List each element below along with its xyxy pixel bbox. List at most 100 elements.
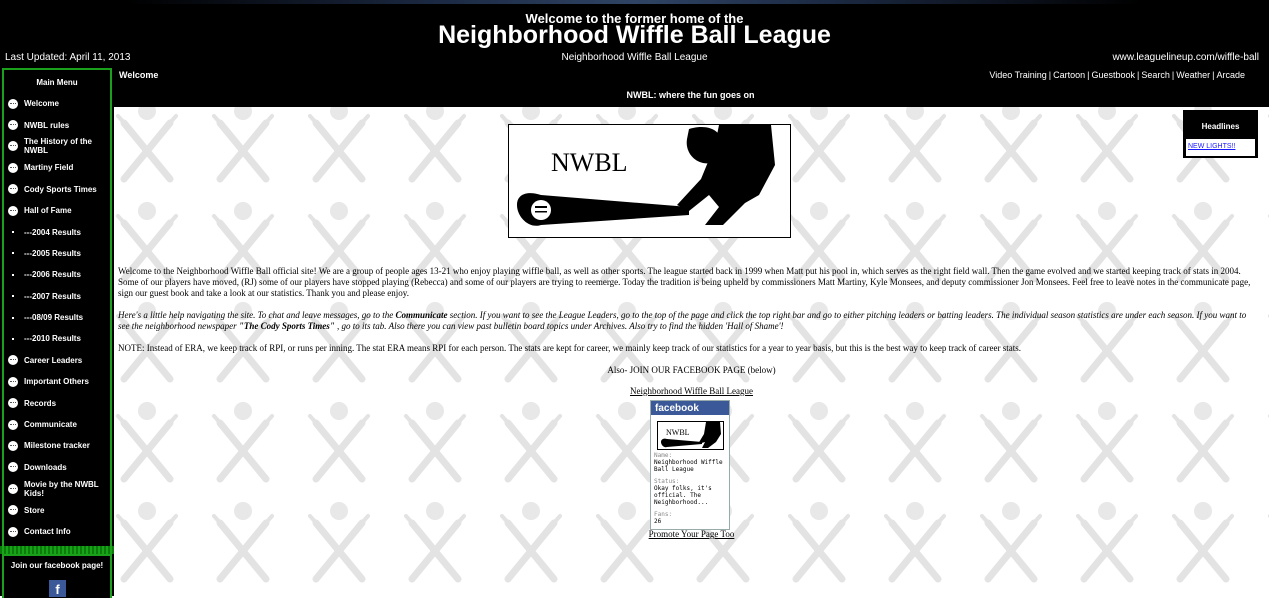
sidebar-item-label: Milestone tracker (24, 441, 90, 451)
sidebar-item-hall-of-fame[interactable]: Hall of Fame (4, 200, 110, 221)
fb-fans-value: 26 (654, 518, 662, 525)
baseball-icon (8, 398, 18, 409)
sidebar-item-2004-results[interactable]: ---2004 Results (4, 221, 110, 242)
sidebar-item-cody-sports-times[interactable]: Cody Sports Times (4, 179, 110, 200)
top-nav: Video Training | Cartoon | Guestbook | Search |… (989, 70, 1245, 80)
sidebar-item-martiny-field[interactable]: Martiny Field (4, 157, 110, 178)
last-updated: Last Updated: April 11, 2013 (5, 52, 131, 63)
nav-cartoon[interactable]: Cartoon (1053, 70, 1085, 80)
bullet-dot-icon (12, 252, 14, 255)
page-title: Welcome (119, 70, 159, 80)
sidebar-item-contact-info[interactable]: Contact Info (4, 521, 110, 542)
thumb-text: NWBL (666, 428, 690, 437)
sidebar-item-2006-results[interactable]: ---2006 Results (4, 264, 110, 285)
sidebar-item-career-leaders[interactable]: Career Leaders (4, 350, 110, 371)
sidebar-item-records[interactable]: Records (4, 392, 110, 413)
sidebar-item-2007-results[interactable]: ---2007 Results (4, 286, 110, 307)
sidebar-item-label: Martiny Field (24, 163, 74, 173)
fb-name-label: Name: (654, 452, 673, 459)
fb-status-value: Okay folks, it's official. The Neighborh… (654, 485, 712, 506)
sidebar-item-important-others[interactable]: Important Others (4, 371, 110, 392)
sidebar-item-downloads[interactable]: Downloads (4, 457, 110, 478)
baseball-icon (8, 355, 18, 366)
sidebar-item-label: ---08/09 Results (24, 313, 84, 323)
baseball-icon (8, 376, 18, 387)
sidebar-item-store[interactable]: Store (4, 499, 110, 520)
sidebar-item-the-history-of-the-nwbl[interactable]: The History of the NWBL (4, 136, 110, 157)
sidebar-item-2005-results[interactable]: ---2005 Results (4, 243, 110, 264)
logo-text: NWBL (551, 148, 628, 177)
sidebar-item-label: ---2007 Results (24, 291, 81, 301)
baseball-icon (8, 462, 18, 473)
baseball-icon (8, 419, 18, 430)
sidebar-item-label: Career Leaders (24, 355, 83, 365)
site-subtitle: Neighborhood Wiffle Ball League (561, 52, 708, 63)
facebook-badge[interactable]: facebook NWBL Name: Neighborhood Wiffle … (650, 400, 730, 530)
baseball-icon (8, 120, 18, 131)
sidebar-item-label: ---2010 Results (24, 334, 81, 344)
nav-video-training[interactable]: Video Training (989, 70, 1046, 80)
sidebar-item-label: Hall of Fame (24, 206, 72, 216)
nav-search[interactable]: Search (1141, 70, 1170, 80)
sidebar-item-label: ---2006 Results (24, 270, 81, 280)
sidebar-item-label: Welcome (24, 99, 59, 109)
nwbl-logo: NWBL (508, 124, 791, 238)
nav-arcade[interactable]: Arcade (1216, 70, 1245, 80)
fb-status-label: Status: (654, 478, 680, 485)
sidebar-item-label: Records (24, 398, 57, 408)
bullet-dot-icon (12, 295, 14, 298)
sidebar-item-nwbl-rules[interactable]: NWBL rules (4, 114, 110, 135)
headline-link[interactable]: NEW LIGHTS!! (1188, 143, 1235, 150)
facebook-badge-thumbnail: NWBL (657, 421, 724, 450)
nav-separator: | (1137, 70, 1140, 80)
sidebar-item-label: Important Others (24, 377, 89, 387)
baseball-icon (8, 184, 18, 195)
navigation-help-paragraph: Here's a little help navigating the site… (118, 310, 1258, 332)
nav-weather[interactable]: Weather (1176, 70, 1210, 80)
sidebar-item-label: Contact Info (24, 527, 71, 536)
sidebar-item-label: ---2005 Results (24, 248, 81, 258)
bullet-dot-icon (12, 316, 14, 319)
nav-separator: | (1171, 70, 1175, 80)
sidebar-item-welcome[interactable]: Welcome (4, 93, 110, 114)
help-communicate: Communicate (395, 310, 448, 320)
note-paragraph: NOTE: Instead of ERA, we keep track of R… (118, 343, 1022, 353)
headlines-list: NEW LIGHTS!! (1186, 139, 1255, 156)
headlines-title: Headlines (1201, 122, 1240, 131)
sidebar: Main Menu Welcome NWBL rules The History o… (0, 66, 114, 598)
sidebar-item-08-09-results[interactable]: ---08/09 Results (4, 307, 110, 328)
nav-guestbook[interactable]: Guestbook (1092, 70, 1136, 80)
sidebar-item-milestone-tracker[interactable]: Milestone tracker (4, 435, 110, 456)
baseball-icon (8, 526, 18, 537)
bullet-dot-icon (12, 337, 14, 340)
sidebar-item-2010-results[interactable]: ---2010 Results (4, 328, 110, 349)
nav-separator: | (1212, 70, 1215, 80)
baseball-icon (8, 98, 18, 109)
sidebar-item-movie-by-the-nwbl-kids[interactable]: Movie by the NWBL Kids! (4, 478, 110, 499)
fb-fans-label: Fans: (654, 511, 673, 518)
help-sports-times: "The Cody Sports Times" (238, 321, 335, 331)
sidebar-item-label: Cody Sports Times (24, 184, 97, 194)
intro-paragraph: Welcome to the Neighborhood Wiffle Ball … (118, 266, 1251, 298)
nav-separator: | (1048, 70, 1052, 80)
baseball-icon (8, 483, 18, 494)
sidebar-item-label: Store (24, 505, 45, 515)
batter-silhouette-icon: NWBL (517, 125, 775, 226)
promote-page-link[interactable]: Promote Your Page Too (114, 529, 1269, 539)
facebook-page-link[interactable]: Neighborhood Wiffle Ball League (114, 386, 1269, 396)
site-url: www.leaguelineup.com/wiffle-ball (1112, 52, 1259, 63)
facebook-icon[interactable]: f (49, 580, 66, 597)
sidebar-item-label: Movie by the NWBL Kids! (24, 479, 99, 498)
baseball-icon (8, 205, 18, 216)
facebook-promo-title: Join our facebook page! (10, 561, 104, 570)
sidebar-item-label: Downloads (24, 462, 67, 472)
facebook-callout: Also- JOIN OUR FACEBOOK PAGE (below) (607, 365, 776, 375)
bullet-dot-icon (12, 273, 14, 276)
facebook-promo: Join our facebook page! f (2, 554, 112, 598)
sidebar-item-communicate[interactable]: Communicate (4, 414, 110, 435)
baseball-icon (8, 141, 18, 152)
main-menu: Main Menu Welcome NWBL rules The History o… (2, 68, 112, 550)
sidebar-item-label: Communicate (24, 420, 77, 430)
help-text-3: , go to its tab. Also there you can view… (334, 321, 784, 331)
main-content: NWBL Headlines NEW LIGHTS!! Welcome to t… (114, 107, 1269, 596)
